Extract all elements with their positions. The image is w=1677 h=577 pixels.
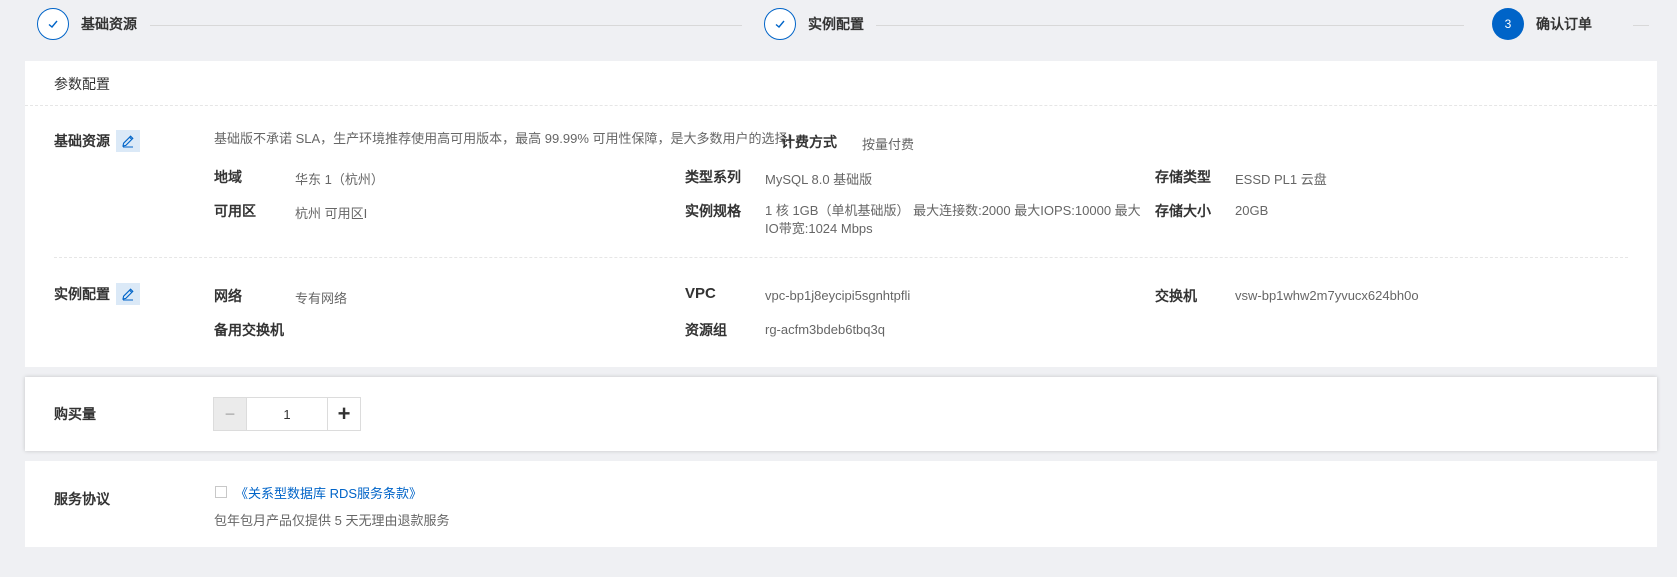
section-label: 实例配置 — [54, 286, 110, 302]
check-icon — [764, 8, 796, 40]
config-panel: 参数配置 基础资源 基础版不承诺 SLA，生产环境推荐使用高可用版本，最高 99… — [25, 61, 1657, 367]
divider — [25, 105, 1657, 106]
edit-basic-button[interactable] — [116, 130, 140, 152]
decrement-button[interactable]: − — [213, 397, 247, 431]
steps-bar: 基础资源 实例配置 3 确认订单 — [0, 0, 1677, 48]
step-instance-config[interactable]: 实例配置 — [764, 8, 864, 40]
vpc-key: VPC — [685, 285, 716, 302]
panel-title: 参数配置 — [54, 76, 110, 92]
storage-size-key: 存储大小 — [1155, 203, 1211, 219]
step-label: 实例配置 — [808, 16, 864, 32]
vpc-value: vpc-bp1j8eycipi5sgnhtpfli — [765, 288, 911, 303]
resource-group-value: rg-acfm3bdeb6tbq3q — [765, 322, 885, 337]
storage-type-value: ESSD PL1 云盘 — [1235, 172, 1327, 187]
spec-value: 1 核 1GB（单机基础版） 最大连接数:2000 最大IOPS:10000 最… — [765, 203, 1141, 236]
edit-icon — [122, 288, 134, 301]
step-label: 基础资源 — [81, 16, 137, 32]
increment-button[interactable]: + — [327, 397, 361, 431]
billing-value: 按量付费 — [862, 137, 915, 152]
series-value: MySQL 8.0 基础版 — [765, 172, 873, 187]
step-connector — [150, 25, 742, 26]
storage-size-value: 20GB — [1235, 203, 1269, 218]
agreement-label: 服务协议 — [54, 491, 110, 507]
step-confirm-order[interactable]: 3 确认订单 — [1492, 8, 1592, 40]
step-connector — [1633, 25, 1649, 26]
region-key: 地域 — [214, 169, 242, 185]
basic-note: 基础版不承诺 SLA，生产环境推荐使用高可用版本，最高 99.99% 可用性保障… — [214, 131, 792, 146]
step-label: 确认订单 — [1536, 16, 1592, 32]
region-value: 华东 1（杭州） — [295, 172, 384, 187]
backup-vswitch-key: 备用交换机 — [214, 322, 284, 338]
quantity-label: 购买量 — [54, 406, 96, 422]
resource-group-key: 资源组 — [685, 322, 727, 338]
agreement-checkbox[interactable] — [215, 486, 227, 498]
quantity-panel: 购买量 − 1 + — [25, 377, 1657, 451]
section-label: 基础资源 — [54, 133, 110, 149]
storage-type-key: 存储类型 — [1155, 169, 1211, 185]
step-basic-resources[interactable]: 基础资源 — [37, 8, 137, 40]
series-key: 类型系列 — [685, 169, 741, 185]
network-value: 专有网络 — [295, 291, 348, 306]
spec-key: 实例规格 — [685, 203, 741, 219]
edit-icon — [122, 135, 134, 148]
divider — [54, 257, 1628, 258]
section-instance-config: 实例配置 — [54, 283, 140, 305]
vswitch-key: 交换机 — [1155, 288, 1197, 304]
billing-key: 计费方式 — [781, 134, 837, 150]
step-number: 3 — [1492, 8, 1524, 40]
section-basic-resources: 基础资源 — [54, 130, 140, 152]
check-icon — [37, 8, 69, 40]
quantity-input[interactable]: 1 — [247, 397, 327, 431]
vswitch-value: vsw-bp1whw2m7yvucx624bh0o — [1235, 288, 1419, 303]
agreement-panel: 服务协议 《关系型数据库 RDS服务条款》 包年包月产品仅提供 5 天无理由退款… — [25, 461, 1657, 547]
step-connector — [876, 25, 1464, 26]
rds-terms-link[interactable]: 《关系型数据库 RDS服务条款》 — [235, 483, 422, 502]
zone-key: 可用区 — [214, 203, 256, 219]
quantity-stepper[interactable]: − 1 + — [213, 397, 361, 431]
zone-value: 杭州 可用区I — [295, 206, 368, 221]
refund-note: 包年包月产品仅提供 5 天无理由退款服务 — [214, 513, 450, 528]
edit-instance-button[interactable] — [116, 283, 140, 305]
network-key: 网络 — [214, 288, 242, 304]
